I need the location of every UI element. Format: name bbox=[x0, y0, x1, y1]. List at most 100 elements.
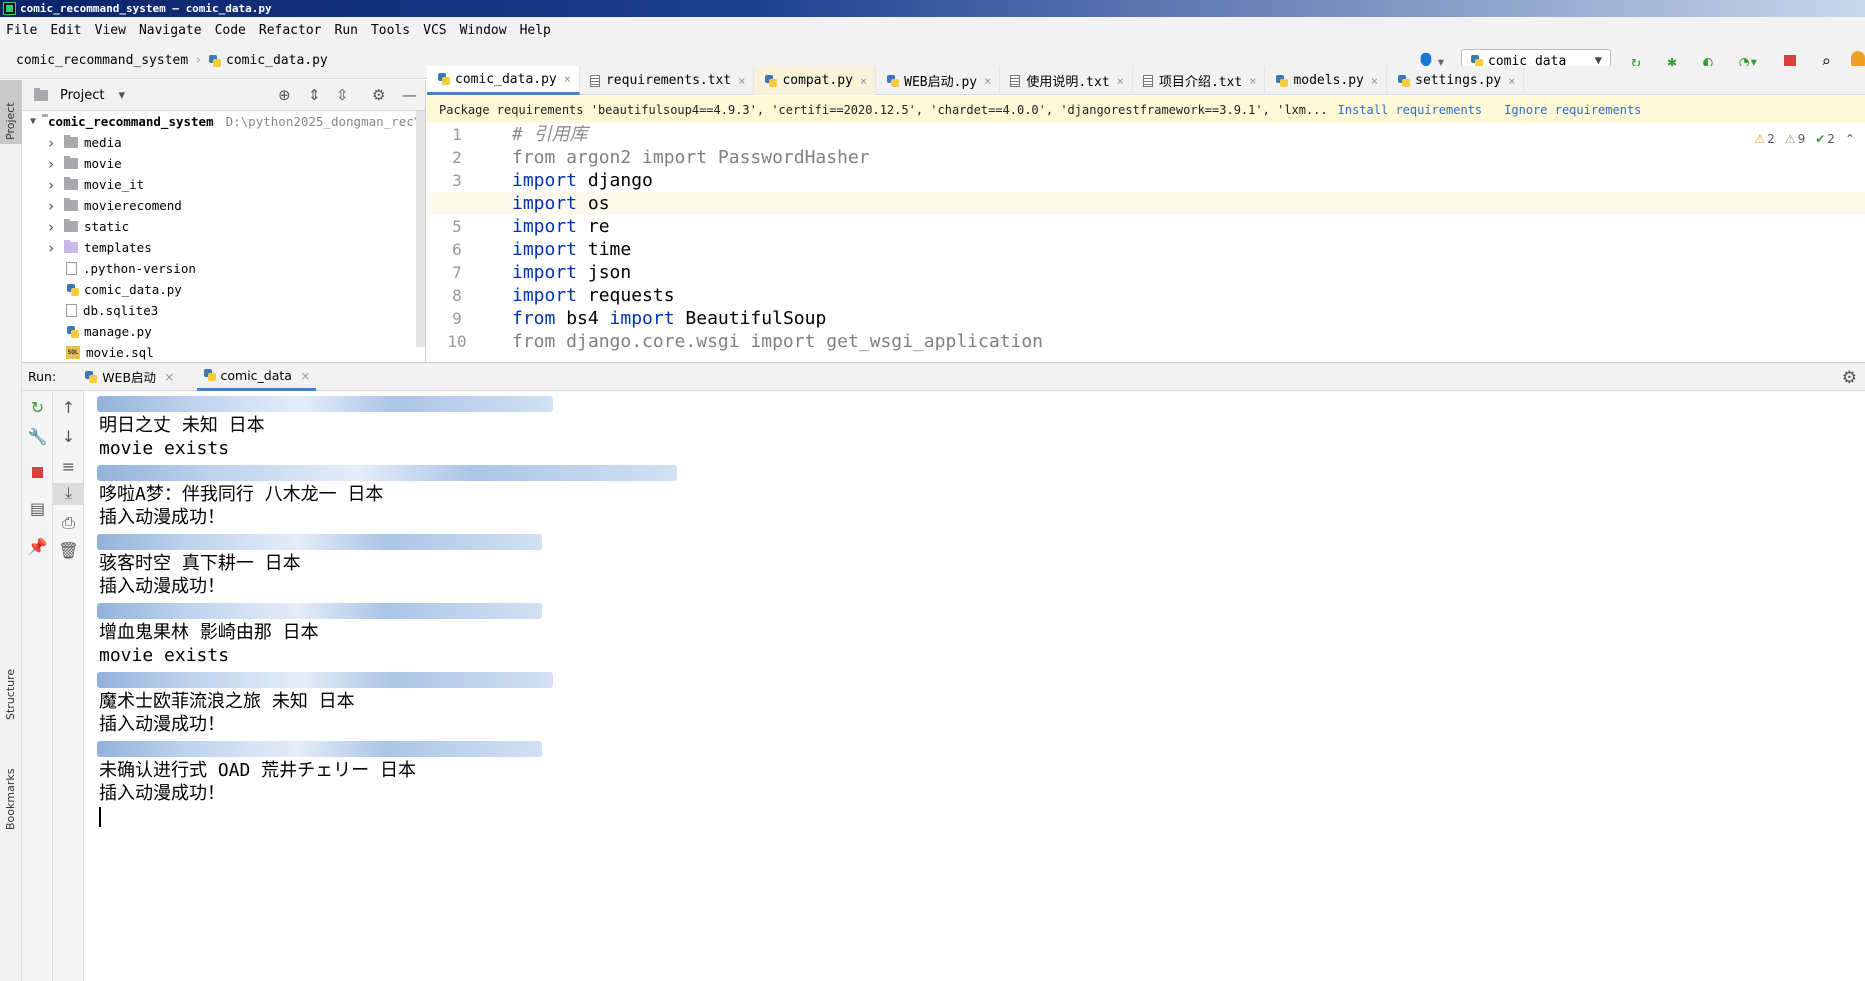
breadcrumb-file[interactable]: comic_data.py bbox=[226, 53, 328, 68]
menu-window[interactable]: Window bbox=[460, 23, 507, 38]
close-icon[interactable]: × bbox=[738, 74, 745, 88]
chevron-right-icon[interactable]: › bbox=[44, 239, 58, 257]
python-file-icon bbox=[886, 74, 900, 88]
trash-icon[interactable]: 🗑 bbox=[53, 541, 84, 560]
tree-item[interactable]: SQL movie.sql bbox=[22, 342, 425, 362]
gear-icon[interactable]: ⚙ bbox=[1842, 368, 1857, 388]
close-icon[interactable]: × bbox=[984, 74, 991, 88]
redaction-blur bbox=[97, 603, 542, 619]
soft-wrap-icon[interactable]: ≡ bbox=[53, 457, 84, 476]
hide-icon[interactable]: — bbox=[402, 86, 417, 104]
close-icon[interactable]: × bbox=[860, 74, 867, 88]
console-output[interactable]: 明日之丈 未知 日本 movie exists 哆啦A梦：伴我同行 八木龙一 日本插… bbox=[84, 391, 1865, 981]
console-link-redacted[interactable] bbox=[97, 598, 1865, 621]
arrow-down-icon[interactable]: ↓ bbox=[53, 427, 84, 446]
chevron-right-icon[interactable]: › bbox=[44, 134, 58, 152]
stop-icon[interactable] bbox=[22, 463, 53, 482]
editor-tab[interactable]: settings.py × bbox=[1387, 66, 1525, 95]
tree-root-path: D:\python2025_dongman_rec\com bbox=[225, 114, 426, 129]
chevron-right-icon[interactable]: › bbox=[44, 197, 58, 215]
menu-view[interactable]: View bbox=[95, 23, 126, 38]
arrow-up-icon[interactable]: ↑ bbox=[53, 398, 84, 417]
chevron-down-icon: ▼ bbox=[1594, 53, 1602, 67]
chevron-up-icon[interactable]: ⌃ bbox=[1845, 132, 1855, 146]
tree-item[interactable]: › movierecomend bbox=[22, 195, 425, 216]
menu-tools[interactable]: Tools bbox=[371, 23, 410, 38]
project-scrollbar[interactable] bbox=[416, 111, 425, 347]
collapse-all-icon[interactable]: ⇳ bbox=[336, 86, 349, 104]
editor-tab-label: WEB启动.py bbox=[904, 75, 978, 90]
scroll-to-end-icon[interactable]: ⤓ bbox=[53, 483, 84, 505]
chevron-right-icon[interactable]: › bbox=[44, 218, 58, 236]
wrench-icon[interactable]: 🔧 bbox=[22, 427, 53, 446]
tree-item[interactable]: › media bbox=[22, 132, 425, 153]
editor-tab[interactable]: requirements.txt × bbox=[580, 66, 755, 95]
menu-run[interactable]: Run bbox=[335, 23, 358, 38]
ignore-requirements-link[interactable]: Ignore requirements bbox=[1504, 103, 1641, 117]
left-tool-strip: Project Structure Bookmarks bbox=[0, 80, 22, 981]
editor-tab[interactable]: 项目介绍.txt × bbox=[1133, 66, 1266, 95]
tree-item[interactable]: › static bbox=[22, 216, 425, 237]
rerun-icon[interactable]: ↻ bbox=[22, 398, 53, 417]
tree-item-label: movierecomend bbox=[84, 198, 182, 213]
editor-tab[interactable]: models.py × bbox=[1265, 66, 1388, 95]
pin-icon[interactable]: 📌 bbox=[22, 537, 53, 556]
editor-tab[interactable]: comic_data.py × bbox=[427, 66, 580, 95]
chevron-right-icon[interactable]: › bbox=[44, 176, 58, 194]
close-icon[interactable]: × bbox=[1508, 74, 1515, 88]
run-label: Run: bbox=[28, 369, 57, 384]
gear-icon[interactable]: ⚙ bbox=[372, 86, 385, 104]
console-link-redacted[interactable] bbox=[97, 529, 1865, 552]
code-editor[interactable]: # 引用库 from argon2 import PasswordHasher im… bbox=[427, 123, 1865, 362]
tree-item[interactable]: comic_data.py bbox=[22, 279, 425, 300]
install-requirements-link[interactable]: Install requirements bbox=[1338, 103, 1483, 117]
code-line: import time bbox=[512, 238, 1865, 261]
menu-help[interactable]: Help bbox=[520, 23, 551, 38]
structure-tool-tab[interactable]: Structure bbox=[0, 640, 22, 730]
bookmarks-tool-tab[interactable]: Bookmarks bbox=[0, 740, 22, 840]
close-icon[interactable]: × bbox=[300, 368, 310, 383]
tree-item[interactable]: › movie bbox=[22, 153, 425, 174]
menu-edit[interactable]: Edit bbox=[50, 23, 81, 38]
tree-item[interactable]: .python-version bbox=[22, 258, 425, 279]
code-token: time bbox=[577, 239, 632, 260]
close-icon[interactable]: × bbox=[164, 369, 174, 384]
editor-tab[interactable]: compat.py × bbox=[754, 66, 877, 95]
tree-root[interactable]: ▼ comic_recommand_system D:\python2025_d… bbox=[22, 111, 425, 132]
chevron-down-icon[interactable]: ▾ bbox=[118, 88, 125, 103]
tree-item[interactable]: › templates bbox=[22, 237, 425, 258]
project-tool-tab[interactable]: Project bbox=[0, 80, 22, 144]
console-link-redacted[interactable] bbox=[97, 391, 1865, 414]
locate-icon[interactable]: ⊕ bbox=[278, 86, 291, 104]
project-panel-title[interactable]: Project bbox=[60, 88, 104, 103]
expand-all-icon[interactable]: ⇕ bbox=[308, 86, 321, 104]
editor-tab-label: 项目介绍.txt bbox=[1158, 75, 1243, 90]
close-icon[interactable]: × bbox=[1117, 74, 1124, 88]
inspection-widget[interactable]: ⚠ 2 ⚠ 9 ✔ 2 ⌃ bbox=[1744, 132, 1855, 146]
close-icon[interactable]: × bbox=[564, 72, 571, 86]
editor-tab[interactable]: 使用说明.txt × bbox=[1000, 66, 1133, 95]
console-link-redacted[interactable] bbox=[97, 460, 1865, 483]
tree-item[interactable]: manage.py bbox=[22, 321, 425, 342]
menu-refactor[interactable]: Refactor bbox=[259, 23, 322, 38]
layout-icon[interactable]: ▤ bbox=[22, 499, 53, 518]
line-number: 7 bbox=[452, 263, 462, 282]
menu-vcs[interactable]: VCS bbox=[423, 23, 446, 38]
menu-file[interactable]: File bbox=[6, 23, 37, 38]
chevron-right-icon[interactable]: › bbox=[44, 155, 58, 173]
code-line: from argon2 import PasswordHasher bbox=[512, 146, 1865, 169]
breadcrumb-project[interactable]: comic_recommand_system bbox=[16, 53, 188, 68]
print-icon[interactable]: ⎙ bbox=[53, 513, 84, 533]
console-link-redacted[interactable] bbox=[97, 736, 1865, 759]
tree-item[interactable]: db.sqlite3 bbox=[22, 300, 425, 321]
tree-item[interactable]: › movie_it bbox=[22, 174, 425, 195]
console-link-redacted[interactable] bbox=[97, 667, 1865, 690]
project-panel-header: Project ▾ ⊕ ⇕ ⇳ ⚙ — bbox=[22, 80, 425, 111]
run-tab[interactable]: comic_data × bbox=[196, 363, 317, 391]
close-icon[interactable]: × bbox=[1249, 74, 1256, 88]
menu-code[interactable]: Code bbox=[215, 23, 246, 38]
editor-tab[interactable]: WEB启动.py × bbox=[876, 66, 1001, 95]
run-tab[interactable]: WEB启动 × bbox=[78, 363, 180, 391]
menu-navigate[interactable]: Navigate bbox=[139, 23, 202, 38]
close-icon[interactable]: × bbox=[1371, 74, 1378, 88]
